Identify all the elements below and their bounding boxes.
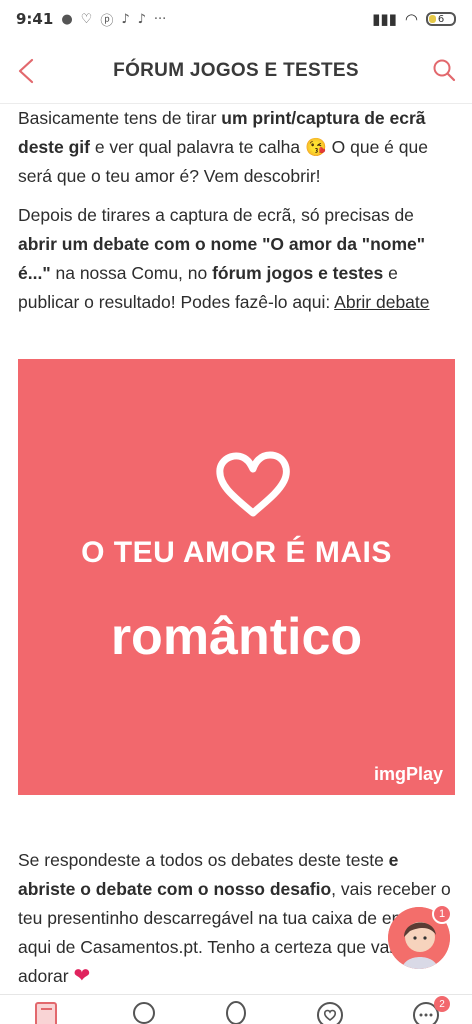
facebook-icon: ● — [61, 11, 73, 27]
heart-app-icon: ♡ — [80, 11, 93, 27]
assistant-notification-badge: 1 — [432, 904, 452, 924]
balloon-icon[interactable] — [130, 1001, 158, 1024]
banner-result-word: romântico — [110, 608, 363, 666]
more-icon: ··· — [153, 11, 167, 27]
kiss-emoji: 😘 — [304, 137, 327, 157]
balloon-icon[interactable] — [222, 1001, 250, 1024]
red-heart-emoji: ❤ — [73, 965, 91, 987]
open-debate-link[interactable]: Abrir debate — [334, 292, 429, 312]
quiz-gif-banner: O TEU AMOR É MAIS romântico imgPlay — [18, 359, 455, 795]
instructions-paragraph: Depois de tirares a captura de ecrã, só … — [18, 205, 430, 312]
notebook-icon[interactable] — [32, 1001, 60, 1024]
signal-icon: ▮▮▮ — [372, 10, 397, 28]
back-arrow-icon[interactable] — [16, 58, 38, 84]
heart-circle-icon[interactable] — [316, 1001, 344, 1024]
imgplay-logo: imgPlay — [373, 764, 443, 784]
page-title: FÓRUM JOGOS E TESTES — [113, 59, 359, 81]
wifi-icon: ◠ — [404, 10, 418, 28]
clock: 9:41 — [16, 10, 54, 28]
intro-paragraph: Basicamente tens de tirar um print/captu… — [18, 108, 428, 186]
banner-line1: O TEU AMOR É MAIS — [81, 536, 392, 569]
page-header: FÓRUM JOGOS E TESTES — [0, 38, 472, 104]
search-icon[interactable] — [432, 58, 456, 82]
post-content: Basicamente tens de tirar um print/captu… — [18, 104, 454, 317]
bottom-tab-bar — [0, 994, 472, 1024]
tiktok-icon: ♪ — [121, 11, 130, 27]
notification-icons: ● ♡ ⓟ ♪ ♪ ··· — [61, 10, 166, 29]
pinterest-icon: ⓟ — [100, 13, 114, 29]
status-bar: 9:41 ● ♡ ⓟ ♪ ♪ ··· ▮▮▮ ◠ 6 — [0, 0, 472, 38]
battery-icon: 6 — [426, 12, 456, 26]
reward-paragraph: Se respondeste a todos os debates deste … — [18, 850, 451, 987]
chat-badge: 2 — [434, 996, 450, 1012]
tiktok-icon: ♪ — [137, 11, 146, 27]
heart-icon — [216, 451, 290, 517]
